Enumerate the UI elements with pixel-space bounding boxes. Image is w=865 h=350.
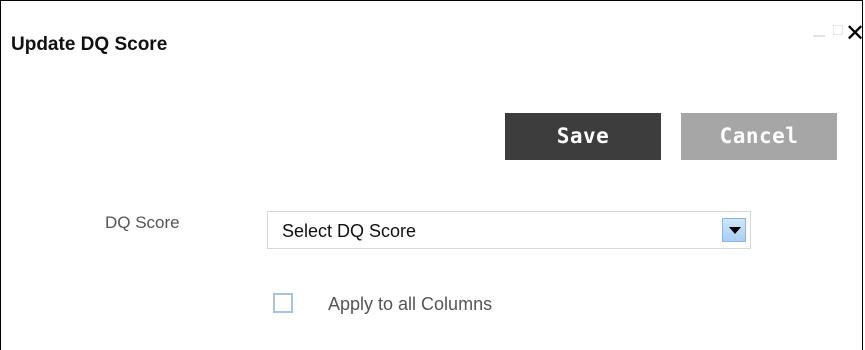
update-dq-score-dialog: Update DQ Score ✕ Save Cancel DQ Score S… — [0, 0, 865, 350]
maximize-icon[interactable] — [833, 25, 843, 35]
apply-all-columns-label[interactable]: Apply to all Columns — [328, 294, 492, 315]
close-icon[interactable]: ✕ — [845, 20, 865, 46]
dialog-title: Update DQ Score — [11, 34, 168, 55]
dq-score-label: DQ Score — [105, 213, 180, 232]
dq-score-select-value: Select DQ Score — [282, 221, 417, 241]
chevron-down-icon[interactable] — [722, 218, 746, 242]
cancel-button[interactable]: Cancel — [681, 113, 837, 160]
save-button[interactable]: Save — [505, 113, 661, 160]
apply-all-columns-checkbox[interactable] — [273, 293, 293, 313]
minimize-icon[interactable] — [813, 35, 825, 37]
dq-score-select[interactable]: Select DQ Score — [267, 211, 751, 249]
